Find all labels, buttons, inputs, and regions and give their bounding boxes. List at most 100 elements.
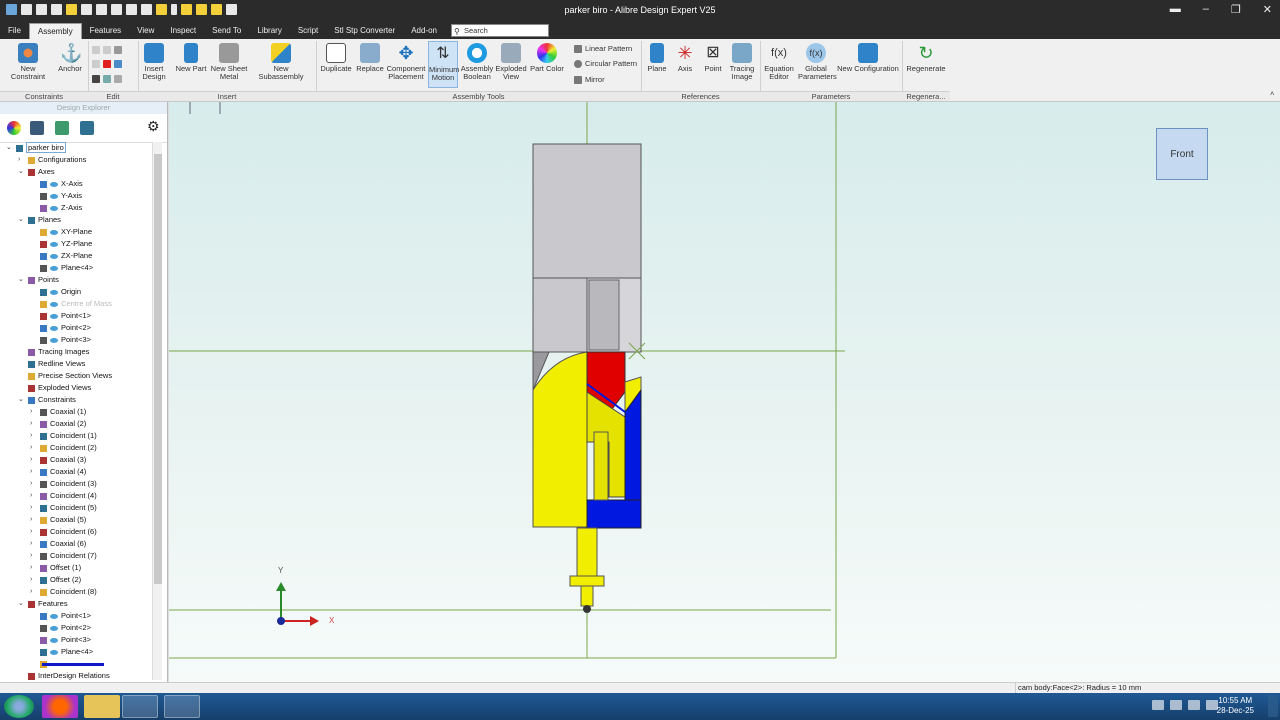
- circular-pattern-button[interactable]: Circular Pattern: [574, 59, 637, 69]
- visibility-eye-icon[interactable]: [50, 181, 58, 187]
- expand-chevron-icon[interactable]: ›: [30, 538, 32, 550]
- view-cube[interactable]: Front: [1156, 128, 1208, 180]
- tree-item[interactable]: › Coaxial (5): [6, 514, 86, 526]
- copy-icon[interactable]: [92, 60, 100, 69]
- tree-item[interactable]: X-Axis: [6, 178, 83, 190]
- collapse-chevron-icon[interactable]: ⌄: [18, 598, 24, 610]
- collapse-chevron-icon[interactable]: ⌄: [18, 166, 24, 178]
- tree-item[interactable]: XY-Plane: [6, 226, 92, 238]
- tree-item[interactable]: Exploded Views: [6, 382, 91, 394]
- tree-item[interactable]: InterDesign Relations: [6, 670, 110, 682]
- anchor-button[interactable]: ⚓ Anchor: [56, 43, 84, 73]
- start-button-icon[interactable]: [4, 695, 34, 718]
- tree-item[interactable]: › Coincident (1): [6, 430, 97, 442]
- visibility-eye-icon[interactable]: [50, 229, 58, 235]
- view-icon[interactable]: [92, 75, 100, 84]
- visibility-eye-icon[interactable]: [50, 301, 58, 307]
- tree-item[interactable]: ZX-Plane: [6, 250, 92, 262]
- collapse-chevron-icon[interactable]: ⌄: [18, 274, 24, 286]
- tree-item[interactable]: › Offset (2): [6, 574, 81, 586]
- assembly-boolean-button[interactable]: Assembly Boolean: [460, 43, 494, 81]
- pen-tip-point[interactable]: [580, 585, 594, 607]
- new-constraint-button[interactable]: New Constraint: [4, 43, 52, 81]
- tree-item[interactable]: › Offset (1): [6, 562, 81, 574]
- tree-item[interactable]: Point<3>: [6, 334, 91, 346]
- expand-chevron-icon[interactable]: ›: [30, 586, 32, 598]
- tree-item[interactable]: Point<1>: [6, 310, 91, 322]
- delete-icon[interactable]: [103, 60, 111, 69]
- collapse-chevron-icon[interactable]: ⌄: [6, 142, 12, 154]
- expand-chevron-icon[interactable]: ›: [30, 514, 32, 526]
- properties-icon[interactable]: [114, 46, 122, 55]
- plane-button[interactable]: Plane: [644, 43, 670, 73]
- color-icon[interactable]: [7, 121, 21, 135]
- regenerate-button[interactable]: ↻ Regenerate: [904, 43, 948, 73]
- explorer-scrollbar[interactable]: [152, 142, 162, 680]
- visibility-eye-icon[interactable]: [50, 265, 58, 271]
- collapse-chevron-icon[interactable]: ⌄: [18, 394, 24, 406]
- tree-item[interactable]: Tracing Images: [6, 346, 89, 358]
- tree-item[interactable]: Z-Axis: [6, 202, 82, 214]
- app-icon[interactable]: [164, 695, 200, 718]
- tree-item[interactable]: ⌄ parker biro: [6, 142, 66, 154]
- tree-item[interactable]: Origin: [6, 286, 81, 298]
- 3d-viewport[interactable]: Y X Front: [169, 102, 1280, 682]
- expand-chevron-icon[interactable]: ›: [30, 490, 32, 502]
- blue-housing-bottom[interactable]: [586, 499, 642, 529]
- visibility-eye-icon[interactable]: [50, 337, 58, 343]
- tree-icon[interactable]: [80, 121, 94, 135]
- tab-send-to[interactable]: Send To: [204, 23, 249, 39]
- undo-icon[interactable]: [92, 46, 100, 55]
- tree-item[interactable]: › Coincident (3): [6, 478, 97, 490]
- cam-body-left[interactable]: [532, 351, 588, 528]
- tree-item[interactable]: › Coaxial (3): [6, 454, 86, 466]
- component-placement-button[interactable]: ✥ Component Placement: [386, 43, 426, 81]
- redo-icon[interactable]: [103, 46, 111, 55]
- show-desktop-button[interactable]: [1268, 695, 1278, 717]
- tree-item[interactable]: › Coaxial (2): [6, 418, 86, 430]
- tree-item[interactable]: Point<2>: [6, 622, 91, 634]
- part-color-button[interactable]: Part Color: [530, 43, 564, 73]
- new-sheet-metal-button[interactable]: New Sheet Metal: [210, 43, 248, 81]
- insert-design-button[interactable]: Insert Design: [140, 43, 168, 81]
- tree-item[interactable]: ⌄ Constraints: [6, 394, 76, 406]
- tree-item[interactable]: Centre of Mass: [6, 298, 112, 310]
- tree-item[interactable]: › Coincident (4): [6, 490, 97, 502]
- filter-icon[interactable]: [114, 75, 122, 84]
- expand-chevron-icon[interactable]: ›: [30, 430, 32, 442]
- alibre-app-icon[interactable]: [122, 695, 158, 718]
- tree-item[interactable]: ⌄ Features: [6, 598, 68, 610]
- expand-chevron-icon[interactable]: ›: [30, 502, 32, 514]
- edit-icon[interactable]: [103, 75, 111, 84]
- tree-item[interactable]: ⌄ Axes: [6, 166, 55, 178]
- tab-file[interactable]: File: [0, 23, 29, 39]
- display-icon[interactable]: [55, 121, 69, 135]
- equation-editor-button[interactable]: f(x) Equation Editor: [762, 43, 796, 81]
- settings-gear-icon[interactable]: ⚙: [147, 119, 161, 133]
- tree-item[interactable]: › Coaxial (4): [6, 466, 86, 478]
- refill-tube[interactable]: [593, 431, 609, 501]
- visibility-eye-icon[interactable]: [50, 193, 58, 199]
- search-input[interactable]: ⚲ Search: [451, 24, 549, 37]
- expand-chevron-icon[interactable]: ›: [30, 574, 32, 586]
- tree-item[interactable]: Point<1>: [6, 610, 91, 622]
- expand-chevron-icon[interactable]: ›: [30, 526, 32, 538]
- restore-icon[interactable]: ❐: [1231, 3, 1241, 16]
- replace-button[interactable]: Replace: [354, 43, 386, 73]
- ribbon-toggle-icon[interactable]: ▬: [1170, 3, 1181, 16]
- linear-pattern-button[interactable]: Linear Pattern: [574, 44, 632, 54]
- tree-item[interactable]: › Coincident (7): [6, 550, 97, 562]
- tab-script[interactable]: Script: [290, 23, 326, 39]
- tree-item[interactable]: Plane<4>: [6, 262, 93, 274]
- tree-item[interactable]: › Coaxial (1): [6, 406, 86, 418]
- visibility-eye-icon[interactable]: [50, 613, 58, 619]
- tab-inspect[interactable]: Inspect: [162, 23, 204, 39]
- minimum-motion-button[interactable]: ⇅ Minimum Motion: [428, 41, 459, 88]
- visibility-eye-icon[interactable]: [50, 325, 58, 331]
- tree-item[interactable]: ⌄ Planes: [6, 214, 61, 226]
- visibility-eye-icon[interactable]: [50, 241, 58, 247]
- expand-chevron-icon[interactable]: ›: [30, 562, 32, 574]
- expand-chevron-icon[interactable]: ›: [30, 454, 32, 466]
- expand-chevron-icon[interactable]: ›: [30, 406, 32, 418]
- mirror-button[interactable]: Mirror: [574, 75, 605, 85]
